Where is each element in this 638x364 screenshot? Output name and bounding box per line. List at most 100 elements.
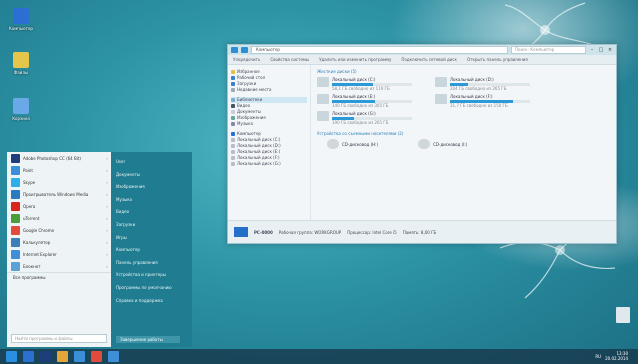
cmd-organize[interactable]: Упорядочить <box>233 57 260 62</box>
taskbar-file-manager-icon[interactable] <box>57 351 68 362</box>
drive-name: Локальный диск (D:) <box>450 77 494 82</box>
nav-music[interactable]: Музыка <box>231 121 307 127</box>
computer-name: PC-0000 <box>254 229 273 235</box>
cd-icon <box>418 139 431 149</box>
start-link[interactable]: Документы <box>116 171 187 184</box>
group-header-removable[interactable]: Устройства со съемными носителями (2) <box>317 131 610 137</box>
start-app-item[interactable]: Skype › <box>7 176 111 188</box>
start-link[interactable]: Справка и поддержка <box>116 297 187 310</box>
start-app-item[interactable]: Adobe Photoshop CC (64 Bit) › <box>7 152 111 164</box>
start-link[interactable]: Устройства и принтеры <box>116 271 187 284</box>
app-label: Калькулятор <box>23 239 51 245</box>
cmd-map-drive[interactable]: Подключить сетевой диск <box>401 57 457 62</box>
minimize-button[interactable]: – <box>589 47 595 53</box>
drive-list: Локальный диск (C:) 58,1 ГБ свободно из … <box>317 77 610 125</box>
start-app-item[interactable]: Блокнот › <box>7 260 111 272</box>
start-link[interactable]: Компьютер <box>116 246 187 259</box>
cmd-uninstall[interactable]: Удалить или изменить программу <box>319 57 391 62</box>
title-bar[interactable]: Компьютер Поиск: Компьютер – □ × <box>228 45 616 55</box>
drive-item[interactable]: Локальный диск (E:) 140 ГБ свободно из 3… <box>317 94 425 108</box>
all-programs-button[interactable]: Все программы <box>7 272 111 281</box>
recent-icon <box>231 88 235 92</box>
start-app-item[interactable]: Проигрыватель Windows Media › <box>7 188 111 200</box>
drive-free-space: 204 ГБ свободно из 265 ГБ <box>450 86 507 91</box>
chevron-right-icon: › <box>106 179 108 185</box>
chevron-right-icon: › <box>106 251 108 257</box>
drive-name: Локальный диск (G:) <box>332 111 376 116</box>
start-app-item[interactable]: Internet Explorer › <box>7 248 111 260</box>
desktop-icon-folder[interactable]: Файлы <box>5 52 37 75</box>
start-link[interactable]: Загрузки <box>116 221 187 234</box>
nav-recent[interactable]: Недавние места <box>231 87 307 93</box>
app-icon <box>11 261 20 271</box>
start-app-item[interactable]: Калькулятор › <box>7 236 111 248</box>
back-button[interactable] <box>231 47 238 53</box>
video-icon <box>231 104 235 108</box>
content-pane: Жесткие диски (5) Локальный диск (C:) 58… <box>311 65 616 221</box>
language-indicator[interactable]: RU <box>595 354 601 359</box>
start-link[interactable]: Панель управления <box>116 259 187 272</box>
app-label: uTorrent <box>23 215 40 221</box>
search-input[interactable]: Поиск: Компьютер <box>511 46 586 54</box>
nav-drive-g[interactable]: Локальный диск (G:) <box>231 161 307 167</box>
shutdown-button[interactable]: Завершение работы <box>116 336 180 343</box>
start-link[interactable]: Видео <box>116 208 187 221</box>
start-links: User Документы Изображения Музыка Видео Загру… <box>111 152 192 347</box>
computer-icon <box>234 227 248 237</box>
chevron-right-icon: › <box>106 191 108 197</box>
workgroup: Рабочая группа: WORKGROUP <box>278 229 342 235</box>
app-label: Paint <box>23 167 33 173</box>
command-bar: Упорядочить Свойства системы Удалить или… <box>228 55 616 65</box>
app-label: Adobe Photoshop CC (64 Bit) <box>23 155 81 161</box>
close-button[interactable]: × <box>607 47 613 53</box>
start-link[interactable]: User <box>116 158 187 171</box>
taskbar-explorer-icon[interactable] <box>23 351 34 362</box>
start-app-item[interactable]: uTorrent › <box>7 212 111 224</box>
cd-drive-h[interactable]: CD-дисковод (H:) <box>327 139 378 149</box>
taskbar-media-player-icon[interactable] <box>74 351 85 362</box>
app-icon <box>11 177 20 187</box>
memory: Память: 8,00 ГБ <box>402 229 437 235</box>
drive-item[interactable]: Локальный диск (C:) 58,1 ГБ свободно из … <box>317 77 425 91</box>
start-link[interactable]: Программы по умолчанию <box>116 284 187 297</box>
taskbar-start-button-icon[interactable] <box>6 351 17 362</box>
desktop-icon-computer[interactable]: Компьютер <box>5 8 37 31</box>
chevron-right-icon: › <box>106 263 108 269</box>
start-link[interactable]: Музыка <box>116 196 187 209</box>
cd-icon <box>327 139 339 149</box>
drive-item[interactable]: Локальный диск (F:) 31,7 ГБ свободно из … <box>435 94 543 108</box>
app-icon <box>11 249 20 259</box>
recycle-bin-icon[interactable] <box>616 307 630 323</box>
taskbar-app-icon[interactable] <box>108 351 119 362</box>
desktop-icon-recycle[interactable]: Корзина <box>5 98 37 121</box>
cd-drive-i[interactable]: CD-дисковод (I:) <box>418 139 467 149</box>
taskbar-photoshop-icon[interactable] <box>40 351 51 362</box>
start-app-item[interactable]: Opera › <box>7 200 111 212</box>
taskbar-chrome-icon[interactable] <box>91 351 102 362</box>
drive-icon <box>231 138 235 142</box>
cmd-system-properties[interactable]: Свойства системы <box>270 57 309 62</box>
hard-drive-icon <box>317 94 329 104</box>
start-link[interactable]: Игры <box>116 234 187 247</box>
cmd-control-panel[interactable]: Открыть панель управления <box>467 57 528 62</box>
start-app-item[interactable]: Google Chrome › <box>7 224 111 236</box>
drive-item[interactable]: Локальный диск (G:) 190 ГБ свободно из 2… <box>317 111 425 125</box>
maximize-button[interactable]: □ <box>598 47 604 53</box>
start-link[interactable]: Изображения <box>116 183 187 196</box>
forward-button[interactable] <box>241 47 248 53</box>
start-app-list: Adobe Photoshop CC (64 Bit) › Paint › Skyp… <box>7 152 111 347</box>
start-app-item[interactable]: Paint › <box>7 164 111 176</box>
address-bar[interactable]: Компьютер <box>251 46 508 54</box>
drive-item[interactable]: Локальный диск (D:) 204 ГБ свободно из 2… <box>435 77 543 91</box>
computer-icon <box>231 132 235 136</box>
drive-name: Локальный диск (C:) <box>332 77 376 82</box>
chevron-right-icon: › <box>106 167 108 173</box>
explorer-window[interactable]: Компьютер Поиск: Компьютер – □ × Упорядо… <box>227 44 617 244</box>
clock[interactable]: 13:30 20.02.2014 <box>605 351 628 361</box>
hard-drive-icon <box>317 77 329 87</box>
group-header-hdd[interactable]: Жесткие диски (5) <box>317 69 610 75</box>
start-search-input[interactable]: Найти программы и файлы <box>11 334 107 343</box>
app-icon <box>11 201 20 211</box>
download-icon <box>231 82 235 86</box>
library-icon <box>231 98 235 102</box>
